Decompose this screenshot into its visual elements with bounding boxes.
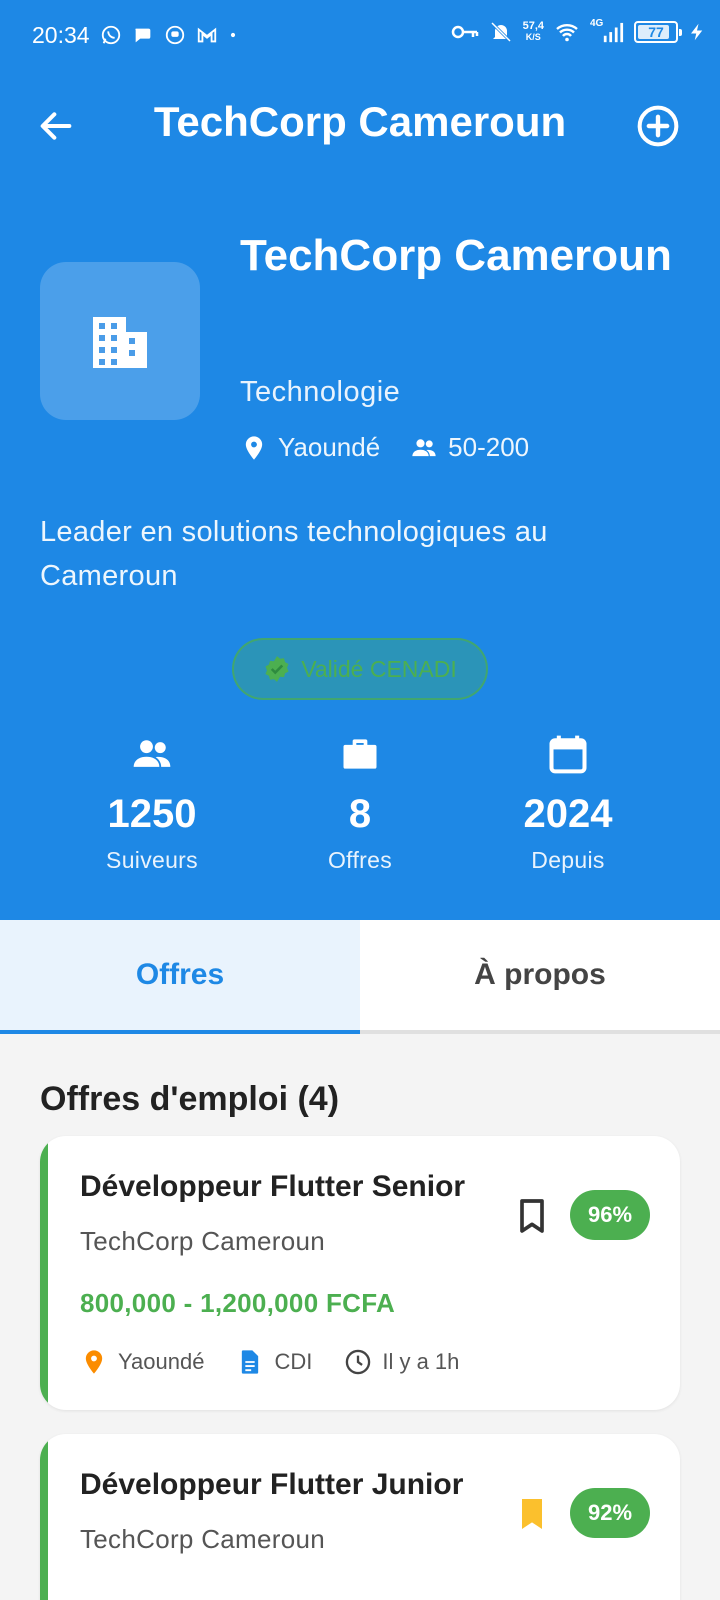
- people-icon: [412, 438, 436, 456]
- app-bar: TechCorp Cameroun: [0, 72, 720, 184]
- document-icon: [242, 1350, 259, 1374]
- job-company: TechCorp Cameroun: [80, 1524, 325, 1554]
- battery-level: 77: [648, 24, 664, 40]
- system-icons: 57,4 K/S 4G 77: [451, 18, 706, 44]
- stat-label: Depuis: [531, 847, 605, 873]
- company-description: Leader en solutions technologiques au Ca…: [40, 516, 548, 592]
- cell-signal: 4G: [590, 18, 624, 44]
- chat-icon: [135, 28, 151, 43]
- speed-unit: K/S: [525, 32, 541, 42]
- charging-icon: [691, 23, 703, 41]
- job-title: Développeur Flutter Junior: [80, 1468, 464, 1501]
- tab-a-propos[interactable]: À propos: [360, 920, 720, 1030]
- stat-label: Suiveurs: [106, 847, 198, 873]
- status-bar: 20:34 57,4 K/S 4G 77: [0, 0, 720, 72]
- building-icon: [93, 317, 147, 368]
- verified-icon: [265, 656, 289, 682]
- clock-icon: [346, 1349, 371, 1375]
- badge-label: Validé CENADI: [301, 655, 457, 682]
- company-size: 50-200: [448, 432, 530, 462]
- location-pin-icon: [245, 435, 263, 460]
- stat-followers: 1250 Suiveurs: [52, 732, 252, 874]
- job-card[interactable]: Développeur Flutter Senior TechCorp Came…: [40, 1136, 680, 1410]
- job-location: Yaoundé: [118, 1349, 205, 1374]
- stat-offers: 8 Offres: [260, 732, 460, 874]
- job-contract: CDI: [274, 1349, 313, 1374]
- tab-offres[interactable]: Offres: [0, 920, 360, 1034]
- job-salary: 800,000 - 1,200,000 FCFA: [80, 1288, 396, 1318]
- match-badge: 92%: [570, 1488, 650, 1538]
- company-location: Yaoundé: [278, 432, 381, 462]
- app-icon: [165, 25, 185, 45]
- company-name: TechCorp Cameroun: [240, 231, 672, 280]
- stat-label: Offres: [327, 847, 392, 873]
- job-posted: Il y a 1h: [382, 1349, 460, 1374]
- stat-value: 8: [348, 792, 372, 836]
- bell-off-icon: [490, 21, 511, 43]
- stat-since: 2024 Depuis: [468, 732, 668, 874]
- whatsapp-icon: [101, 25, 121, 45]
- network-speed: 57,4 K/S: [523, 21, 544, 43]
- match-badge: 96%: [570, 1190, 650, 1240]
- gmail-icon: [197, 27, 217, 43]
- briefcase-icon: [343, 739, 377, 769]
- company-sector: Technologie: [240, 376, 401, 408]
- page-title: TechCorp Cameroun: [153, 98, 567, 145]
- location-pin-icon: [85, 1350, 103, 1374]
- dot-icon: [230, 32, 236, 38]
- notification-icons: [100, 24, 238, 46]
- signal-icon: [603, 22, 624, 43]
- status-time: 20:34: [32, 22, 90, 48]
- calendar-icon: [549, 735, 587, 774]
- bookmark-outline-icon[interactable]: [512, 1196, 552, 1236]
- job-title: Développeur Flutter Senior: [80, 1170, 466, 1203]
- stat-value: 2024: [523, 792, 613, 836]
- verification-badge: Validé CENADI: [232, 638, 488, 700]
- wifi-icon: [556, 24, 578, 42]
- stat-value: 1250: [107, 792, 197, 836]
- battery-indicator: 77: [634, 21, 682, 43]
- section-title: Offres d'emploi (4): [40, 1080, 340, 1118]
- vpn-key-icon: [451, 25, 478, 39]
- job-company: TechCorp Cameroun: [80, 1226, 325, 1256]
- speed-value: 57,4: [522, 20, 544, 32]
- add-circle-icon[interactable]: [636, 104, 680, 148]
- company-meta: Yaoundé 50-200: [240, 432, 529, 463]
- tab-bar: Offres À propos: [0, 920, 720, 1034]
- people-icon: [133, 740, 171, 767]
- job-card[interactable]: Développeur Flutter Junior TechCorp Came…: [40, 1434, 680, 1600]
- job-meta: Yaoundé CDI Il y a 1h: [80, 1348, 459, 1376]
- bookmark-filled-icon[interactable]: [512, 1494, 552, 1534]
- company-header: 20:34 57,4 K/S 4G 77 TechCorp Cameroun T…: [0, 0, 720, 920]
- company-logo: [40, 262, 200, 420]
- company-stats: 1250 Suiveurs 8 Offres 2024 Depuis: [0, 732, 720, 882]
